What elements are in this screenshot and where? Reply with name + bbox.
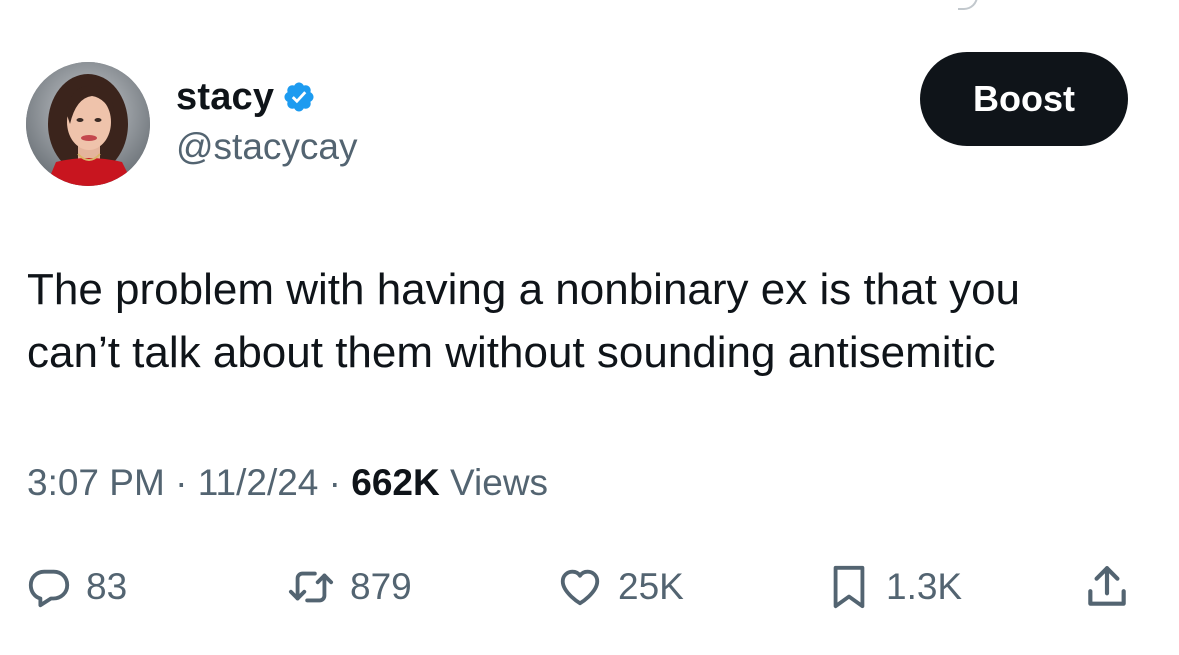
views-count: 662K: [351, 462, 440, 503]
share-button[interactable]: [1082, 552, 1132, 622]
avatar[interactable]: [26, 62, 150, 186]
avatar-image: [26, 62, 150, 186]
meta-separator: ·: [175, 462, 188, 503]
verified-badge-icon: [282, 80, 316, 114]
tweet-card: stacy @stacycay Boost The problem with h…: [0, 0, 1179, 655]
tweet-meta: 3:07 PM · 11/2/24 · 662K Views: [27, 462, 548, 504]
tweet-time[interactable]: 3:07 PM: [27, 462, 165, 503]
bookmark-button[interactable]: 1.3K: [826, 552, 962, 622]
heart-icon: [556, 564, 604, 610]
author-name-row[interactable]: stacy: [176, 72, 316, 122]
repost-icon: [286, 564, 336, 610]
boost-button[interactable]: Boost: [920, 52, 1128, 146]
share-icon: [1082, 562, 1132, 612]
reply-icon: [26, 564, 72, 610]
reply-button[interactable]: 83: [26, 552, 127, 622]
tweet-date[interactable]: 11/2/24: [198, 462, 319, 503]
meta-separator: ·: [328, 462, 341, 503]
views-label: Views: [450, 462, 549, 503]
repost-count: 879: [350, 566, 412, 607]
author-handle[interactable]: @stacycay: [176, 126, 358, 168]
action-bar: 83 879 25K 1.3K: [0, 552, 1179, 622]
repost-button[interactable]: 879: [286, 552, 412, 622]
display-name[interactable]: stacy: [176, 76, 274, 119]
bookmark-count: 1.3K: [886, 566, 963, 607]
tweet-text: The problem with having a nonbinary ex i…: [27, 265, 1021, 377]
like-button[interactable]: 25K: [556, 552, 684, 622]
bookmark-icon: [826, 562, 872, 612]
like-count: 25K: [618, 566, 684, 607]
reply-count: 83: [86, 566, 128, 607]
corner-mark: [958, 0, 978, 10]
